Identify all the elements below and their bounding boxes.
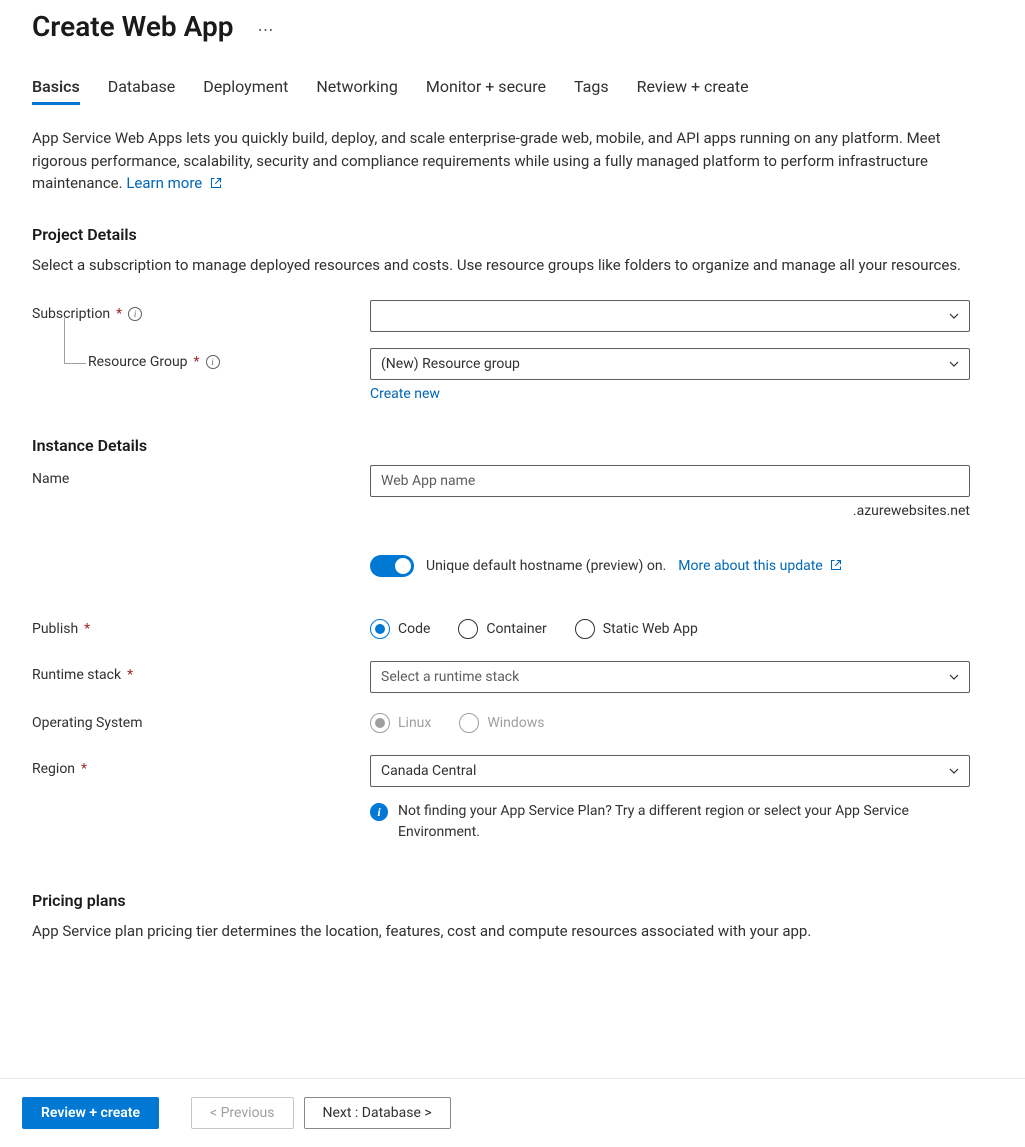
info-icon: i xyxy=(370,803,388,821)
page-header: Create Web App ⋯ xyxy=(32,10,993,43)
tab-networking[interactable]: Networking xyxy=(316,77,398,105)
resource-group-label: Resource Group * i xyxy=(32,348,370,370)
page-title: Create Web App xyxy=(32,10,233,43)
publish-label: Publish * xyxy=(32,615,370,637)
tabs-bar: Basics Database Deployment Networking Mo… xyxy=(32,77,993,105)
publish-container-radio[interactable]: Container xyxy=(458,619,546,639)
name-input[interactable] xyxy=(370,465,970,497)
hostname-toggle-label: Unique default hostname (preview) on. xyxy=(426,558,666,574)
tab-monitor-secure[interactable]: Monitor + secure xyxy=(426,77,546,105)
tab-review-create[interactable]: Review + create xyxy=(637,77,749,105)
runtime-stack-select[interactable]: Select a runtime stack xyxy=(370,661,970,693)
tab-deployment[interactable]: Deployment xyxy=(203,77,288,105)
region-label: Region * xyxy=(32,755,370,777)
tab-database[interactable]: Database xyxy=(108,77,176,105)
review-create-button[interactable]: Review + create xyxy=(22,1097,159,1129)
publish-static-radio[interactable]: Static Web App xyxy=(575,619,698,639)
hostname-more-link[interactable]: More about this update xyxy=(678,558,842,574)
runtime-stack-label: Runtime stack * xyxy=(32,661,370,683)
project-details-heading: Project Details xyxy=(32,225,993,244)
more-actions-icon[interactable]: ⋯ xyxy=(257,14,274,39)
next-button[interactable]: Next : Database > xyxy=(304,1097,451,1129)
publish-radio-group: Code Container Static Web App xyxy=(370,615,970,639)
create-new-link[interactable]: Create new xyxy=(370,386,440,402)
name-label: Name xyxy=(32,465,370,487)
instance-details-heading: Instance Details xyxy=(32,436,993,455)
tab-basics[interactable]: Basics xyxy=(32,77,80,105)
region-info-message: i Not finding your App Service Plan? Try… xyxy=(370,801,970,843)
region-select[interactable]: Canada Central xyxy=(370,755,970,787)
os-radio-group: Linux Windows xyxy=(370,709,970,733)
learn-more-link[interactable]: Learn more xyxy=(126,174,222,192)
pricing-plans-heading: Pricing plans xyxy=(32,891,993,910)
project-details-description: Select a subscription to manage deployed… xyxy=(32,254,992,277)
external-link-icon xyxy=(830,559,842,571)
subscription-select[interactable] xyxy=(370,300,970,332)
intro-text: App Service Web Apps lets you quickly bu… xyxy=(32,127,992,195)
resource-group-select[interactable]: (New) Resource group xyxy=(370,348,970,380)
tab-tags[interactable]: Tags xyxy=(574,77,609,105)
publish-code-radio[interactable]: Code xyxy=(370,619,430,639)
os-windows-radio: Windows xyxy=(459,713,544,733)
previous-button: < Previous xyxy=(191,1097,293,1129)
pricing-plans-description: App Service plan pricing tier determines… xyxy=(32,920,992,943)
wizard-footer: Review + create < Previous Next : Databa… xyxy=(0,1078,1025,1147)
operating-system-label: Operating System xyxy=(32,709,370,731)
domain-suffix: .azurewebsites.net xyxy=(370,503,970,519)
info-icon[interactable]: i xyxy=(206,355,220,369)
os-linux-radio: Linux xyxy=(370,713,431,733)
external-link-icon xyxy=(210,177,222,189)
hostname-toggle[interactable] xyxy=(370,555,414,577)
info-icon[interactable]: i xyxy=(128,307,142,321)
